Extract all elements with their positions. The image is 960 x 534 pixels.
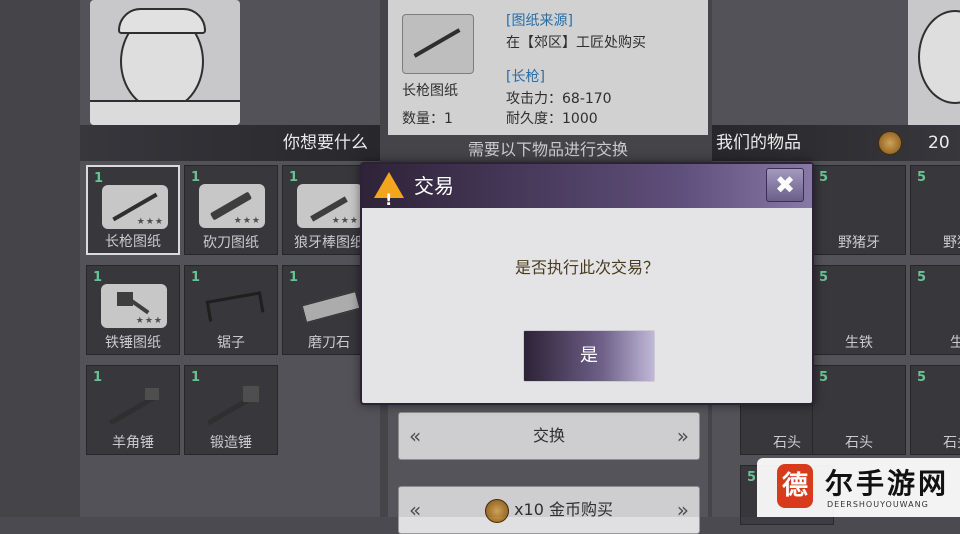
close-button[interactable]: ✖	[766, 168, 804, 202]
dialog-title: 交易	[414, 174, 454, 198]
brand-subtext: DEERSHOUYOUWANG	[827, 500, 929, 509]
dialog-message: 是否执行此次交易？	[514, 258, 659, 277]
warning-icon: !	[374, 172, 404, 209]
dialog-titlebar: ! 交易 ✖	[362, 164, 812, 209]
brand-text: 尔手游网	[825, 467, 950, 500]
trade-confirm-dialog: ! 交易 ✖ 是否执行此次交易？ 是	[360, 162, 814, 405]
watermark: 德 尔手游网 DEERSHOUYOUWANG	[757, 458, 960, 517]
confirm-button[interactable]: 是	[523, 330, 655, 382]
seal-logo: 德	[777, 464, 813, 508]
